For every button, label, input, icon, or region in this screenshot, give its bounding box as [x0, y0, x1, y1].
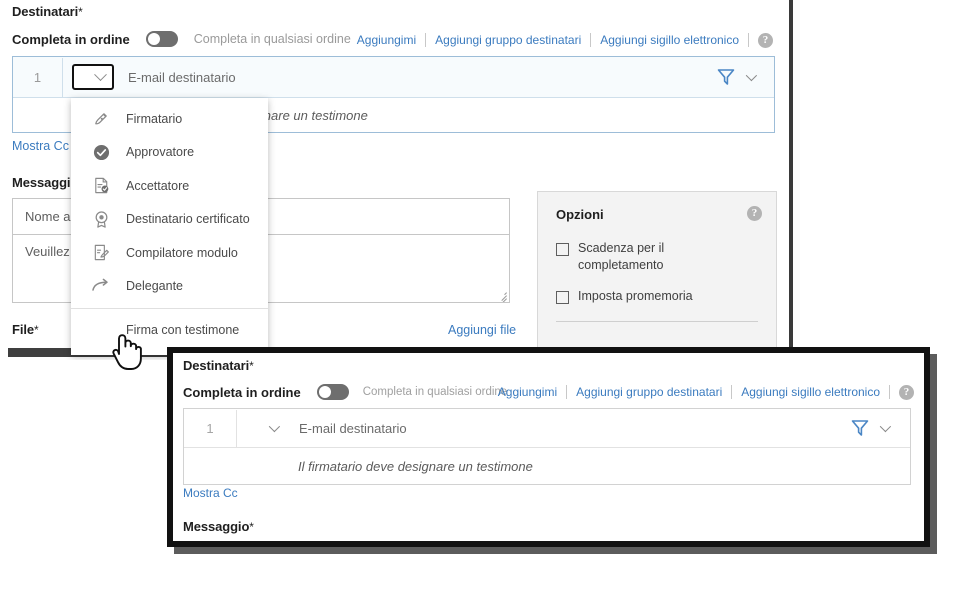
recipient-actions-row: Aggiungimi Aggiungi gruppo destinatari A… [348, 31, 773, 49]
recipient-index: 1 [13, 57, 63, 97]
inset-any-order-label: Completa in qualsiasi ordine [362, 386, 508, 398]
toggle-knob [147, 33, 160, 45]
recipient-filter-control[interactable] [716, 68, 758, 86]
destinatari-label: Destinatari [12, 4, 79, 19]
menu-item-accettatore[interactable]: Accettatore [71, 169, 268, 203]
inset-recipient-email-input[interactable]: E-mail destinatario [299, 421, 850, 436]
required-asterisk: * [249, 520, 254, 534]
required-asterisk: * [34, 323, 39, 337]
form-fill-icon [91, 243, 111, 263]
filter-funnel-icon [851, 420, 869, 436]
menu-item-label: Delegante [126, 279, 183, 294]
inset-completion-order-toggle[interactable] [316, 384, 349, 400]
inset-completion-order-row: Completa in ordine Completa in qualsiasi… [183, 381, 507, 403]
add-electronic-seal-link[interactable]: Aggiungi sigillo elettronico [591, 33, 748, 47]
menu-item-label: Approvatore [126, 145, 195, 160]
chevron-down-icon [879, 420, 892, 433]
filter-funnel-icon [717, 69, 735, 85]
menu-divider [71, 308, 268, 309]
inset-add-recipient-group-link[interactable]: Aggiungi gruppo destinatari [567, 385, 731, 399]
any-order-label: Completa in qualsiasi ordine [193, 32, 351, 46]
inset-show-cc-link[interactable]: Mostra Cc [183, 486, 238, 500]
option-deadline-row[interactable]: Scadenza per il completamento [556, 240, 703, 274]
inset-zoom-panel: Destinatari* Completa in ordine Completa… [167, 347, 930, 547]
inset-page-title-destinatari: Destinatari* [183, 358, 254, 373]
inset-recipient-actions-row: Aggiungimi Aggiungi gruppo destinatari A… [489, 383, 914, 401]
inset-recipient-row: 1 E-mail destinatario [184, 409, 910, 448]
messaggio-label: Messaggio [12, 175, 79, 190]
menu-item-label: Accettatore [126, 178, 190, 193]
check-circle-icon [91, 142, 111, 162]
inset-witness-note-text: Il firmatario deve designare un testimon… [298, 458, 533, 474]
menu-item-firma-con-testimone[interactable]: Firma con testimone [71, 313, 268, 347]
recipient-row: 1 E-mail destinatario [13, 57, 774, 98]
completion-order-row: Completa in ordine Completa in qualsiasi… [12, 28, 351, 50]
inset-recipient-block: 1 E-mail destinatario Il firmatario deve… [183, 408, 911, 485]
arrow-forward-icon [91, 276, 111, 296]
recipient-email-input[interactable]: E-mail destinatario [128, 70, 716, 85]
action-divider [748, 33, 749, 47]
file-section-title: File* [12, 322, 39, 337]
file-label: File [12, 322, 34, 337]
document-check-icon [91, 176, 111, 196]
show-cc-link[interactable]: Mostra Cc [12, 139, 69, 153]
checkbox-icon[interactable] [556, 243, 569, 256]
inset-recipient-filter-control[interactable] [850, 419, 892, 437]
checkbox-icon[interactable] [556, 291, 569, 304]
certificate-seal-icon [91, 209, 111, 229]
options-card: Opzioni ? Scadenza per il completamento … [537, 191, 777, 351]
menu-item-destinatario-certificato[interactable]: Destinatario certificato [71, 203, 268, 237]
completion-order-label: Completa in ordine [12, 31, 130, 47]
page-title-destinatari: Destinatari* [12, 4, 83, 19]
menu-item-label: Destinatario certificato [126, 212, 250, 227]
menu-item-label: Compilatore modulo [126, 245, 238, 260]
inset-completion-order-label: Completa in ordine [183, 384, 301, 400]
inset-destinatari-label: Destinatari [183, 358, 250, 373]
inset-add-electronic-seal-link[interactable]: Aggiungi sigillo elettronico [732, 385, 889, 399]
completion-order-toggle[interactable] [145, 31, 178, 47]
main-screenshot-area: Destinatari* Completa in ordine Completa… [0, 0, 793, 360]
help-icon[interactable]: ? [747, 206, 762, 221]
menu-item-delegante[interactable]: Delegante [71, 270, 268, 304]
pen-signature-icon [91, 109, 111, 129]
menu-item-firmatario[interactable]: Firmatario [71, 102, 268, 136]
options-divider [556, 321, 758, 322]
toggle-knob [318, 386, 331, 398]
resize-handle[interactable] [497, 290, 507, 302]
required-asterisk: * [249, 359, 254, 373]
menu-item-label: Firmatario [126, 111, 183, 126]
inset-message-section-title: Messaggio* [183, 519, 254, 534]
recipient-role-select[interactable] [72, 64, 114, 90]
inset-add-me-link[interactable]: Aggiungimi [489, 385, 566, 399]
help-icon[interactable]: ? [758, 32, 773, 48]
option-reminder-row[interactable]: Imposta promemoria [556, 288, 738, 305]
action-divider [889, 385, 890, 399]
required-asterisk: * [78, 5, 83, 19]
inset-recipient-witness-row: Il firmatario deve designare un testimon… [184, 448, 910, 484]
chevron-down-icon [94, 67, 107, 81]
chevron-down-icon [268, 420, 281, 433]
add-me-link[interactable]: Aggiungimi [348, 33, 425, 47]
add-recipient-group-link[interactable]: Aggiungi gruppo destinatari [426, 33, 590, 47]
inset-role-select[interactable] [259, 419, 281, 437]
inset-messaggio-label: Messaggio [183, 519, 250, 534]
add-file-link[interactable]: Aggiungi file [448, 323, 516, 337]
menu-item-label: Firma con testimone [126, 322, 240, 337]
options-title: Opzioni [556, 207, 604, 222]
role-dropdown-menu: Firmatario Approvatore Accettatore Desti… [71, 98, 268, 355]
inset-recipient-index: 1 [184, 409, 237, 447]
menu-item-compilatore-modulo[interactable]: Compilatore modulo [71, 236, 268, 270]
menu-item-approvatore[interactable]: Approvatore [71, 136, 268, 170]
chevron-down-icon [745, 69, 758, 82]
option-deadline-label: Scadenza per il completamento [578, 241, 665, 272]
option-reminder-label: Imposta promemoria [578, 289, 693, 303]
help-icon[interactable]: ? [899, 384, 914, 400]
